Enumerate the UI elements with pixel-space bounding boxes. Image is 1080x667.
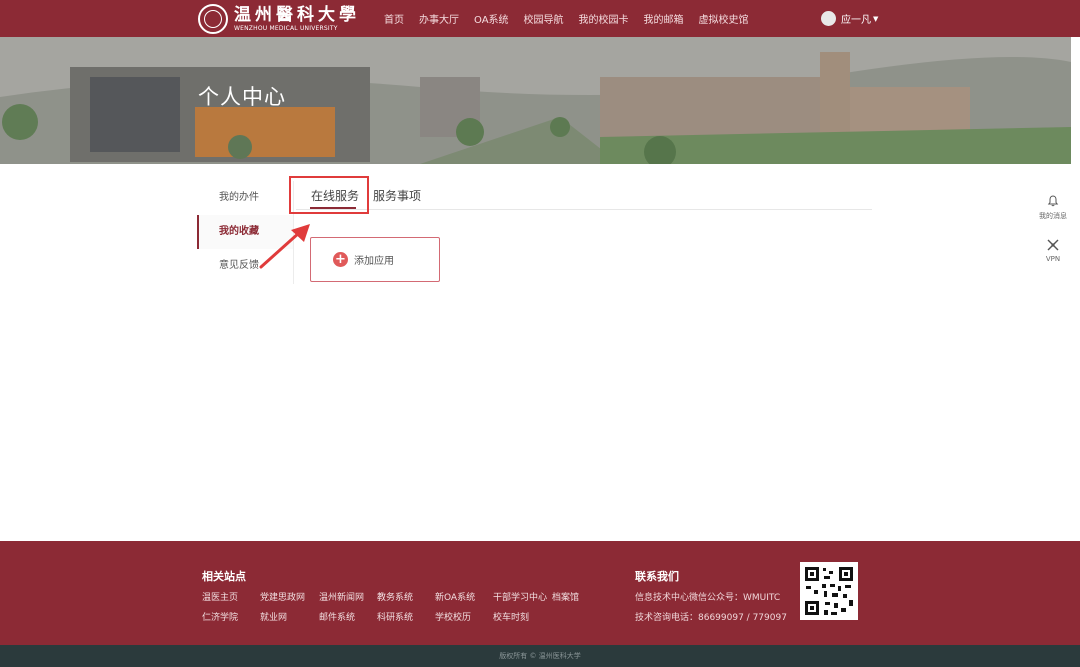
- bell-icon: [1047, 194, 1059, 206]
- user-name: 应一凡: [841, 15, 871, 26]
- notifications-label: 我的消息: [1039, 211, 1067, 220]
- annotation-highlight-box: [289, 176, 369, 214]
- nav-oa-system[interactable]: OA系统: [474, 11, 509, 26]
- user-menu[interactable]: 应一凡 ▼: [821, 11, 878, 26]
- notifications-button[interactable]: 我的消息: [1031, 186, 1075, 229]
- campus-illustration: [0, 37, 1071, 164]
- add-app-button[interactable]: + 添加应用: [310, 237, 440, 282]
- footer-link[interactable]: 新OA系统: [435, 590, 475, 603]
- contact-title: 联系我们: [635, 570, 679, 583]
- add-app-label: 添加应用: [354, 256, 394, 267]
- side-item-my-cases[interactable]: 我的办件: [197, 181, 293, 215]
- logo-chinese-name: 温州醫科大學: [234, 5, 360, 25]
- contact-wechat: 信息技术中心微信公众号：WMUITC: [635, 593, 781, 603]
- footer-link[interactable]: 学校校历: [435, 610, 471, 623]
- floating-toolbar: 我的消息 VPN: [1031, 186, 1075, 272]
- footer-link[interactable]: 教务系统: [377, 590, 413, 603]
- footer-link[interactable]: 干部学习中心: [493, 590, 547, 603]
- copyright-bar: 版权所有 © 温州医科大学: [0, 645, 1080, 667]
- footer-link[interactable]: 科研系统: [377, 610, 413, 623]
- top-navigation-bar: 温州醫科大學 WENZHOU MEDICAL UNIVERSITY 首页 办事大…: [0, 0, 1080, 37]
- nav-campus-card[interactable]: 我的校园卡: [579, 11, 629, 26]
- footer-link[interactable]: 温医主页: [202, 590, 238, 603]
- annotation-arrow-icon: [259, 224, 310, 269]
- footer-link[interactable]: 邮件系统: [319, 610, 355, 623]
- footer-link[interactable]: 就业网: [260, 610, 287, 623]
- page-banner: 个人中心: [0, 37, 1071, 164]
- vpn-label: VPN: [1045, 254, 1061, 263]
- footer-link[interactable]: 校车时刻: [493, 610, 529, 623]
- vpn-button[interactable]: VPN: [1031, 229, 1075, 272]
- nav-virtual-history-museum[interactable]: 虚拟校史馆: [699, 11, 749, 26]
- content-tabs: 在线服务 服务事项: [296, 181, 872, 210]
- university-logo[interactable]: 温州醫科大學 WENZHOU MEDICAL UNIVERSITY: [198, 3, 360, 35]
- footer-link[interactable]: 温州新闻网: [319, 590, 364, 603]
- footer-link[interactable]: 档案馆: [552, 590, 579, 603]
- caret-down-icon: ▼: [873, 14, 879, 23]
- vpn-icon: [1047, 239, 1059, 250]
- main-nav: 首页 办事大厅 OA系统 校园导航 我的校园卡 我的邮箱 虚拟校史馆: [384, 0, 764, 37]
- tab-service-items[interactable]: 服务事项: [373, 187, 421, 204]
- contact-phone: 技术咨询电话：86699097 / 779097: [635, 613, 787, 623]
- nav-mailbox[interactable]: 我的邮箱: [644, 11, 684, 26]
- footer: 相关站点 温医主页 党建思政网 温州新闻网 教务系统 新OA系统 干部学习中心 …: [0, 541, 1080, 645]
- footer-link[interactable]: 党建思政网: [260, 590, 305, 603]
- plus-circle-icon: +: [333, 252, 348, 267]
- avatar: [821, 11, 836, 26]
- page-title: 个人中心: [198, 85, 286, 109]
- university-seal-icon: [198, 4, 228, 34]
- related-sites-title: 相关站点: [202, 570, 246, 583]
- logo-english-name: WENZHOU MEDICAL UNIVERSITY: [234, 25, 338, 32]
- nav-home[interactable]: 首页: [384, 11, 404, 26]
- footer-link[interactable]: 仁济学院: [202, 610, 238, 623]
- wechat-qr-code: [800, 562, 858, 620]
- nav-service-hall[interactable]: 办事大厅: [419, 11, 459, 26]
- nav-campus-map[interactable]: 校园导航: [524, 11, 564, 26]
